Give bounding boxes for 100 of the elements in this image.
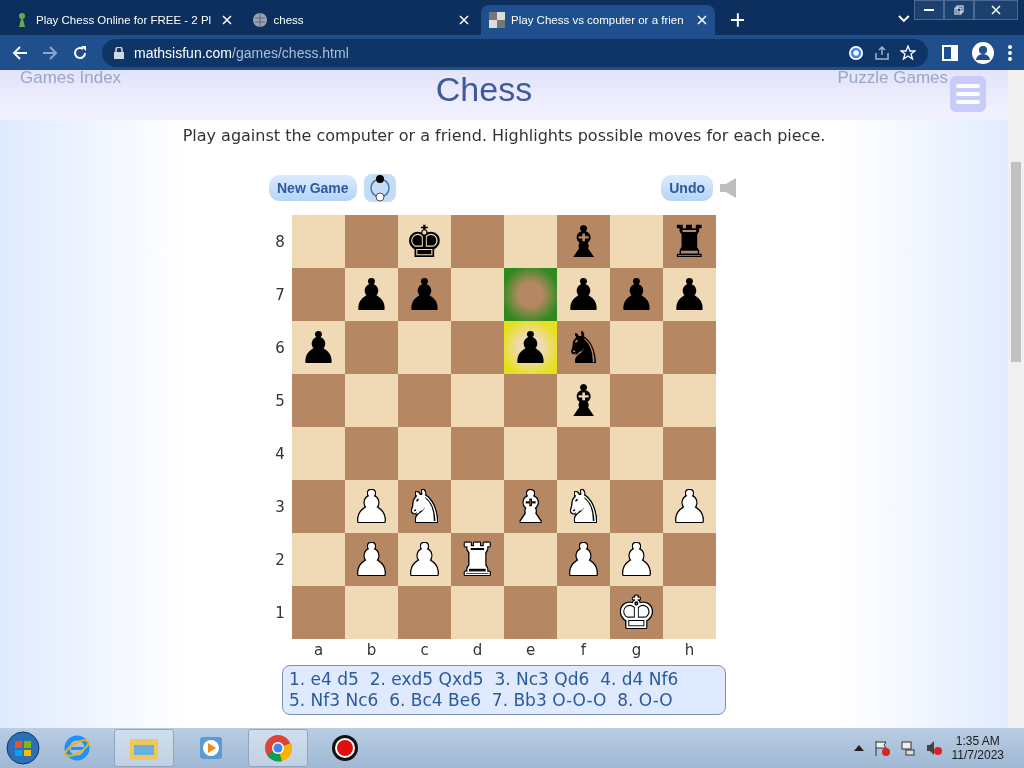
reload-icon[interactable] xyxy=(72,44,88,61)
speaker-muted-icon[interactable] xyxy=(925,740,942,756)
share-icon[interactable] xyxy=(874,44,890,61)
chess-piece[interactable]: ♟ xyxy=(563,272,604,317)
start-orb-icon[interactable] xyxy=(6,731,40,765)
board-square[interactable]: ♝ xyxy=(557,215,610,268)
board-square[interactable]: ♟ xyxy=(663,268,716,321)
board-square[interactable] xyxy=(504,427,557,480)
network-icon[interactable] xyxy=(899,740,916,756)
board-square[interactable] xyxy=(451,374,504,427)
board-square[interactable] xyxy=(451,586,504,639)
board-square[interactable] xyxy=(345,586,398,639)
board-square[interactable] xyxy=(451,321,504,374)
board-square[interactable] xyxy=(504,215,557,268)
chess-piece[interactable]: ♟ xyxy=(510,325,551,370)
board-square[interactable] xyxy=(398,321,451,374)
flag-icon[interactable] xyxy=(873,740,890,756)
board-square[interactable] xyxy=(292,268,345,321)
board-square[interactable]: ♟ xyxy=(398,268,451,321)
board-square[interactable] xyxy=(292,374,345,427)
board-square[interactable]: ♜ xyxy=(663,215,716,268)
browser-tab[interactable]: chess xyxy=(243,5,478,35)
menu-button[interactable] xyxy=(950,76,986,112)
board-square[interactable]: ♟ xyxy=(557,268,610,321)
board-square[interactable]: ♝ xyxy=(557,374,610,427)
undo-button[interactable]: Undo xyxy=(661,175,713,201)
forward-icon[interactable] xyxy=(42,44,58,61)
chevron-down-icon[interactable] xyxy=(898,15,910,23)
board-square[interactable]: ♚ xyxy=(398,215,451,268)
board-square[interactable] xyxy=(345,321,398,374)
media-player-icon[interactable] xyxy=(198,735,224,761)
board-square[interactable] xyxy=(292,586,345,639)
chess-piece[interactable]: ♟ xyxy=(404,272,445,317)
board-square[interactable] xyxy=(504,586,557,639)
browser-tab[interactable]: Play Chess Online for FREE - 2 Pl xyxy=(6,5,240,35)
board-square[interactable] xyxy=(398,374,451,427)
board-square[interactable] xyxy=(610,321,663,374)
board-square[interactable] xyxy=(663,321,716,374)
show-hidden-icons-icon[interactable] xyxy=(853,745,864,751)
board-square[interactable] xyxy=(451,215,504,268)
board-square[interactable] xyxy=(398,586,451,639)
board-square[interactable] xyxy=(663,586,716,639)
profile-icon[interactable] xyxy=(972,41,994,64)
browser-tab[interactable]: Play Chess vs computer or a frien xyxy=(481,5,715,35)
board-square[interactable] xyxy=(610,374,663,427)
more-icon[interactable] xyxy=(1008,44,1012,61)
chess-piece[interactable]: ♝ xyxy=(563,219,604,264)
board-square[interactable] xyxy=(610,215,663,268)
close-window-button[interactable] xyxy=(974,0,1018,20)
board-square[interactable]: ♞ xyxy=(557,321,610,374)
board-square[interactable] xyxy=(292,215,345,268)
board-square[interactable] xyxy=(557,427,610,480)
clock[interactable]: 1:35 AM 11/7/2023 xyxy=(951,734,1004,762)
back-icon[interactable] xyxy=(12,44,28,61)
board-square[interactable]: ♟ xyxy=(345,268,398,321)
close-icon[interactable] xyxy=(459,15,470,25)
scrollbar[interactable] xyxy=(1008,70,1024,728)
highlighted-square[interactable] xyxy=(504,268,557,321)
browser-icon[interactable] xyxy=(63,734,91,762)
taskbar-button[interactable] xyxy=(248,729,308,767)
board-square[interactable] xyxy=(451,268,504,321)
board-square[interactable] xyxy=(504,374,557,427)
address-field[interactable]: mathsisfun.com/games/chess.html xyxy=(102,38,928,67)
flip-board-icon[interactable] xyxy=(362,173,397,203)
board-square[interactable] xyxy=(292,480,345,533)
board-square[interactable]: ♟ xyxy=(610,268,663,321)
taskbar-button[interactable] xyxy=(114,729,174,767)
board-square[interactable] xyxy=(663,374,716,427)
board-square[interactable] xyxy=(610,427,663,480)
chess-piece[interactable]: ♞ xyxy=(563,325,604,370)
chess-piece[interactable]: ♟ xyxy=(616,272,657,317)
new-tab-icon[interactable] xyxy=(730,13,745,27)
close-icon[interactable] xyxy=(696,15,707,25)
board-square[interactable] xyxy=(292,427,345,480)
speaker-icon[interactable] xyxy=(719,177,739,199)
star-icon[interactable] xyxy=(900,44,916,61)
board-square[interactable] xyxy=(610,480,663,533)
chess-piece[interactable]: ♟ xyxy=(298,325,339,370)
board-square[interactable] xyxy=(504,533,557,586)
board-square[interactable] xyxy=(345,374,398,427)
board-square[interactable]: ♟ xyxy=(292,321,345,374)
board-square[interactable] xyxy=(663,533,716,586)
record-icon[interactable] xyxy=(331,734,359,762)
board-square[interactable] xyxy=(398,427,451,480)
chess-piece[interactable]: ♟ xyxy=(669,272,710,317)
restore-button[interactable] xyxy=(944,0,974,20)
board-square[interactable] xyxy=(557,586,610,639)
chess-piece[interactable]: ♟ xyxy=(351,272,392,317)
close-icon[interactable] xyxy=(221,15,232,25)
chess-piece[interactable]: ♜ xyxy=(669,219,710,264)
board-square[interactable] xyxy=(451,480,504,533)
board-square[interactable] xyxy=(345,427,398,480)
side-panel-icon[interactable] xyxy=(942,44,958,61)
highlighted-square[interactable]: ♟ xyxy=(504,321,557,374)
minimize-button[interactable] xyxy=(914,0,944,20)
chess-piece[interactable]: ♝ xyxy=(563,378,604,423)
chess-piece[interactable]: ♚ xyxy=(404,219,445,264)
board-square[interactable] xyxy=(663,427,716,480)
board-square[interactable] xyxy=(345,215,398,268)
board-square[interactable] xyxy=(292,533,345,586)
